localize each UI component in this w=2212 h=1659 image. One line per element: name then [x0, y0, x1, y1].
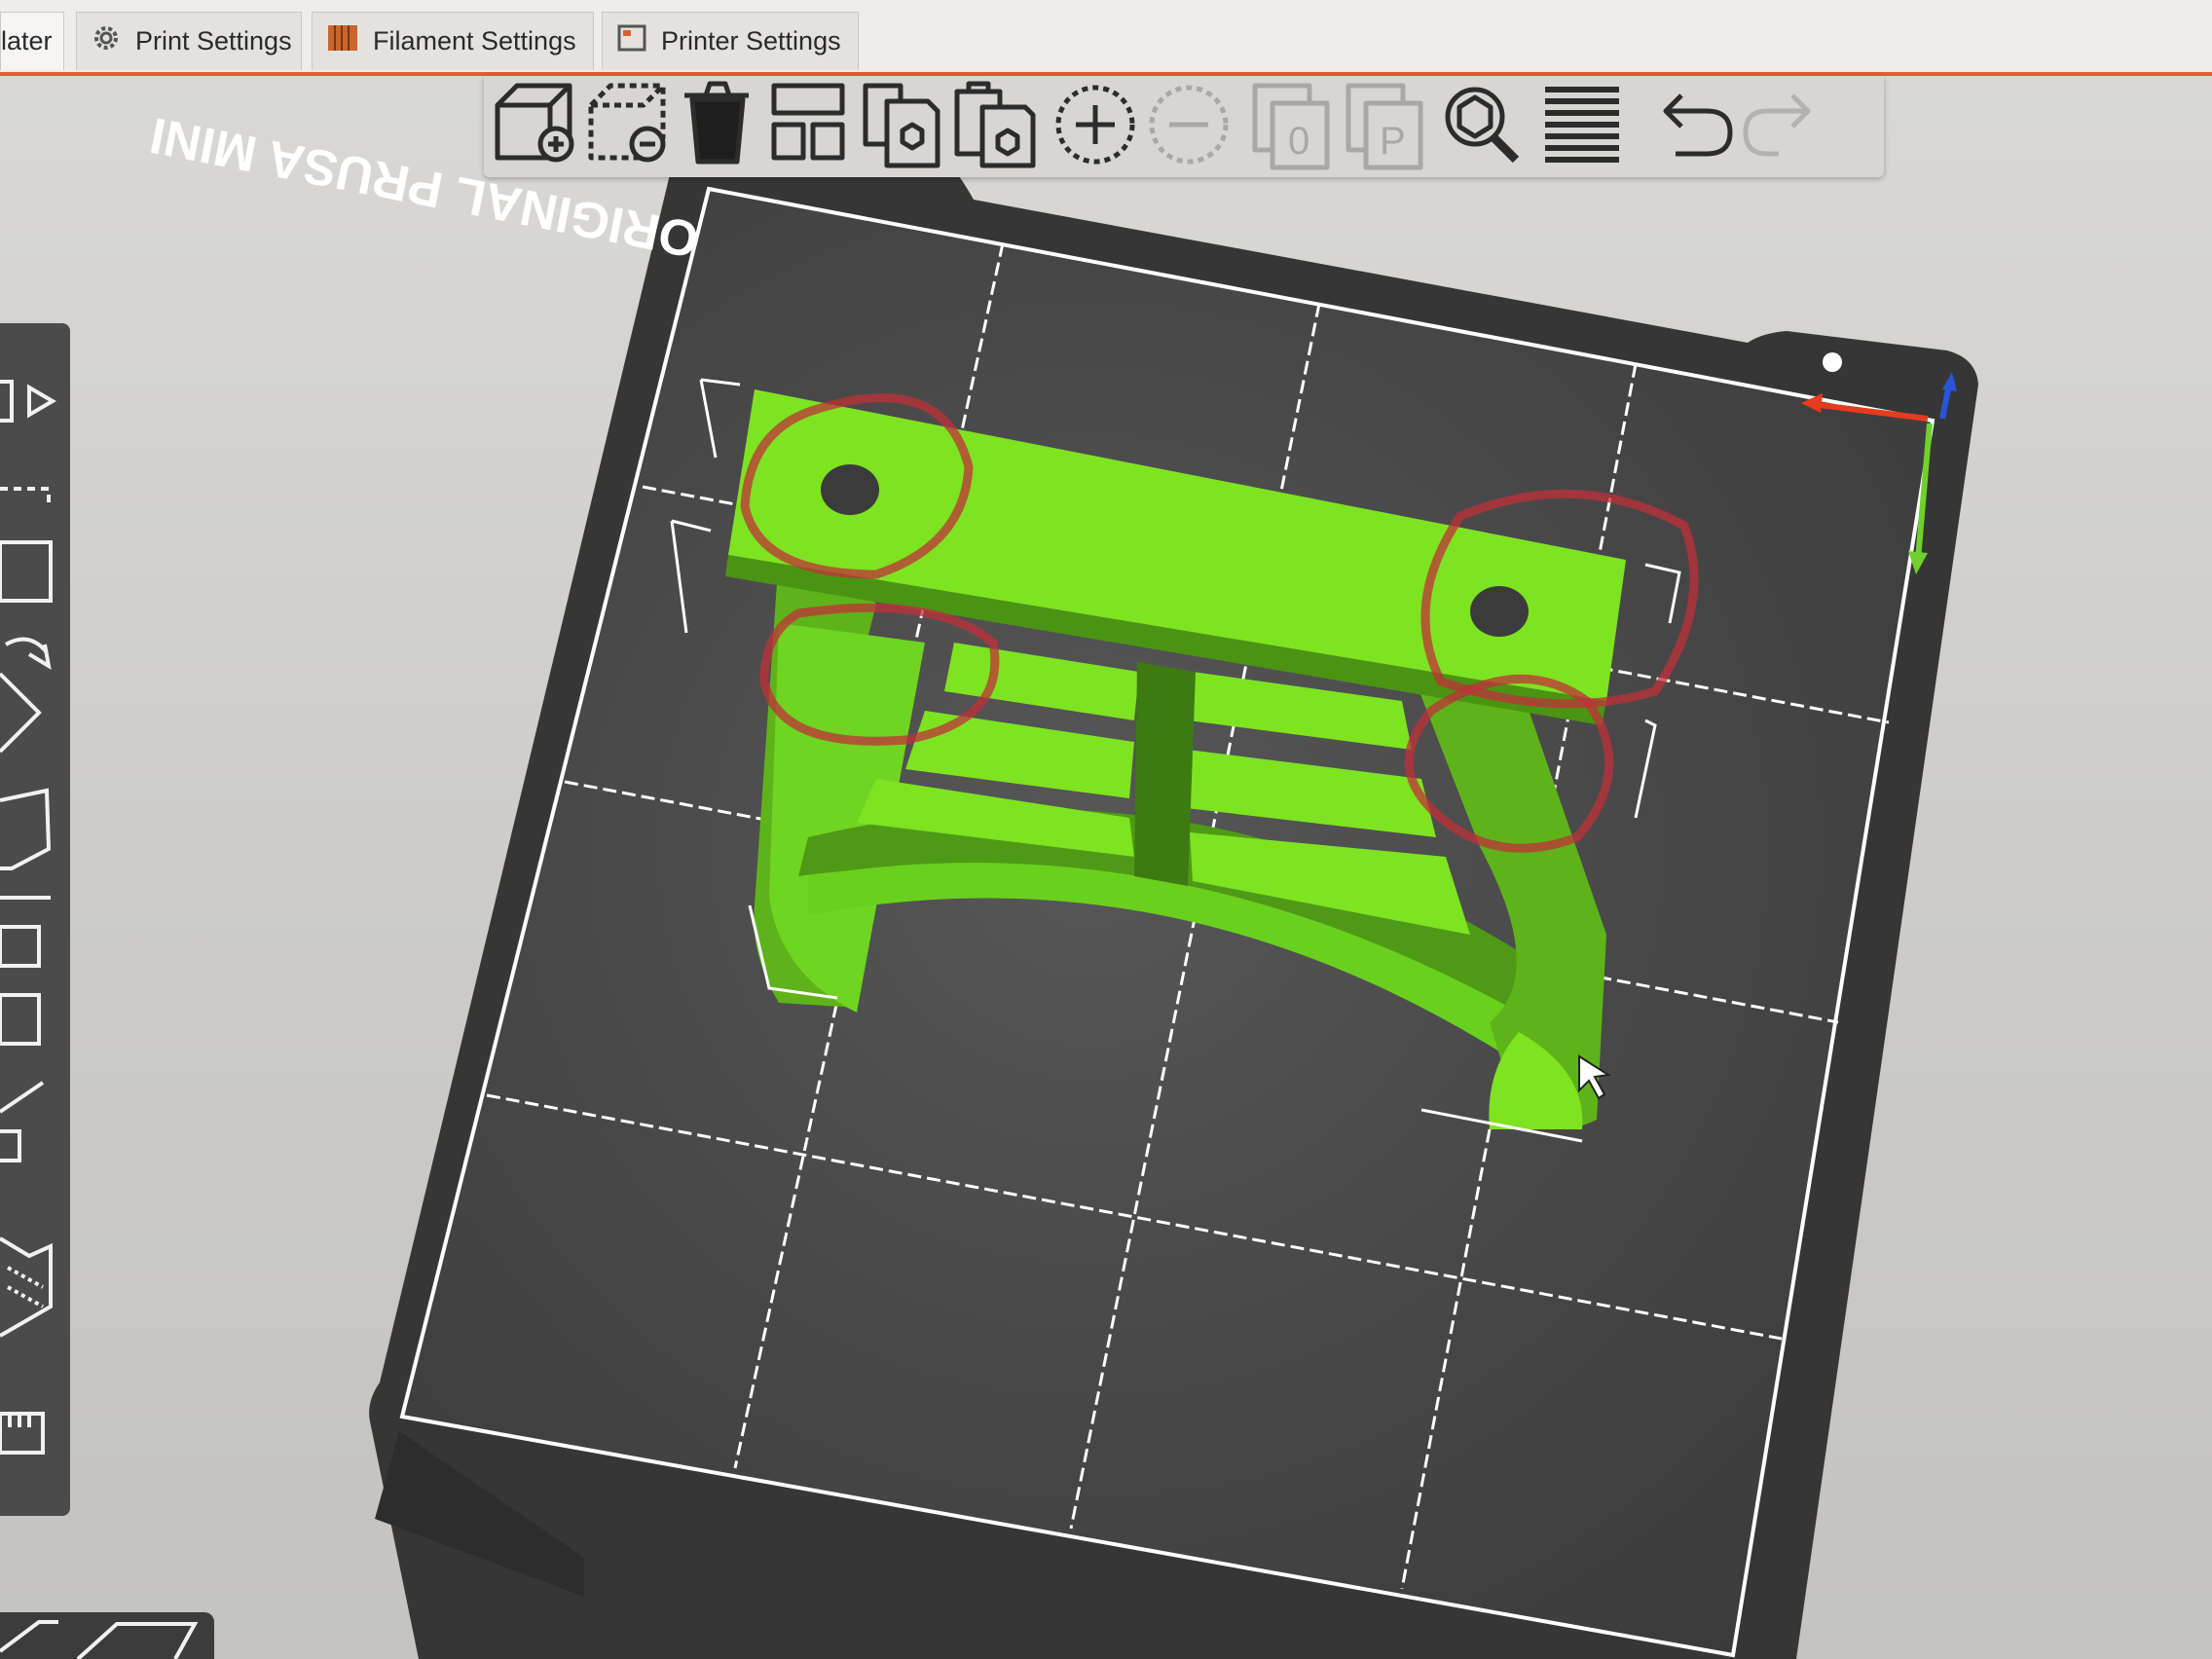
model-center-rib — [1134, 662, 1196, 886]
rotate-icon[interactable] — [4, 637, 52, 670]
bed-hole-right — [1823, 352, 1842, 372]
move-icon[interactable] — [0, 380, 56, 423]
top-toolbar: 0 P — [484, 76, 1884, 177]
left-gizmo-toolbar — [0, 323, 70, 1516]
svg-text:0: 0 — [1288, 120, 1309, 163]
3d-scene[interactable]: ORIGINAL PRUSA MINI — [0, 0, 2212, 1659]
seam-paint-icon[interactable] — [0, 993, 41, 1046]
paste-icon[interactable] — [954, 81, 1036, 168]
place-on-face-icon[interactable] — [0, 672, 42, 754]
scale-icon[interactable] — [0, 487, 53, 603]
split-objects-icon[interactable]: 0 — [1252, 83, 1330, 170]
model-hole-left — [821, 464, 879, 515]
measure-icon[interactable] — [0, 1081, 45, 1162]
view-cube-icon[interactable] — [0, 1236, 53, 1338]
undo-icon[interactable] — [1663, 93, 1733, 157]
bottom-view-toolbar — [0, 1612, 214, 1659]
trash-icon[interactable] — [684, 81, 749, 165]
arrange-icon[interactable] — [771, 83, 845, 161]
split-parts-icon[interactable]: P — [1346, 83, 1423, 170]
perspective-view-icon[interactable] — [0, 1620, 58, 1653]
svg-text:P: P — [1380, 120, 1406, 163]
redo-icon[interactable] — [1743, 93, 1811, 157]
layers-icon[interactable] — [1545, 87, 1619, 163]
cut-icon[interactable] — [0, 788, 52, 900]
copy-icon[interactable] — [863, 83, 940, 168]
layer-view-icon[interactable] — [76, 1622, 199, 1659]
minus-circle-icon[interactable] — [1149, 85, 1229, 165]
cube-minus-icon[interactable] — [588, 83, 666, 163]
ruler-icon[interactable] — [0, 1412, 45, 1455]
search-icon[interactable] — [1445, 87, 1520, 164]
plus-circle-icon[interactable] — [1055, 85, 1135, 165]
cube-plus-icon[interactable] — [495, 83, 574, 163]
model-hole-right — [1470, 586, 1529, 637]
paint-supports-icon[interactable] — [0, 925, 41, 968]
